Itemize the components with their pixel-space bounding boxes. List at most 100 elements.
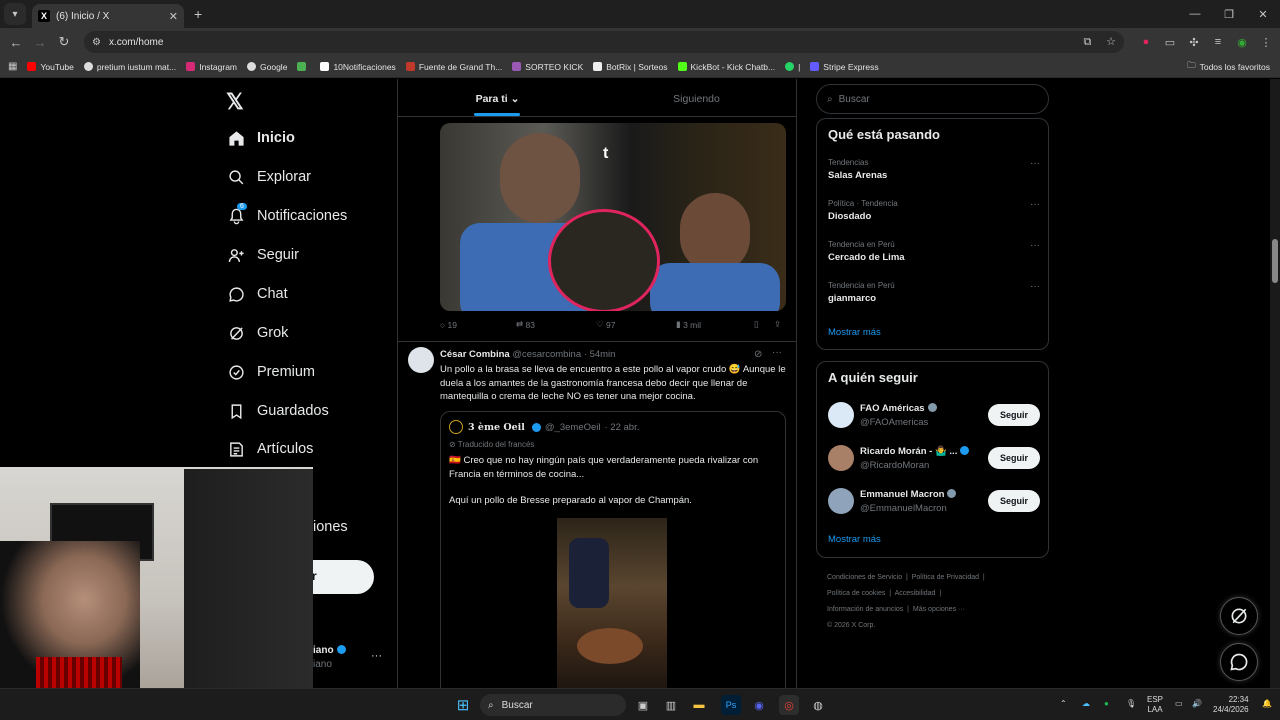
account-menu-icon[interactable]: ···	[371, 650, 382, 662]
tab-siguiendo[interactable]: Siguiendo	[597, 79, 796, 116]
windows-start-icon[interactable]: ⊞	[453, 695, 473, 715]
bookmark-grand-theft[interactable]: Fuente de Grand Th...	[405, 62, 502, 72]
extension-red-icon[interactable]: ●	[1134, 36, 1158, 49]
post-time[interactable]: · 54min	[584, 349, 616, 360]
browser-tab[interactable]: X (6) Inicio / X ✕	[32, 4, 184, 28]
nav-more-partial[interactable]: iones	[313, 519, 348, 535]
bookmark-instagram[interactable]: Instagram	[186, 62, 237, 72]
chrome-icon[interactable]: ◎	[779, 695, 799, 715]
follow-button[interactable]: Seguir	[988, 447, 1040, 469]
page-scrollbar[interactable]	[1270, 79, 1280, 688]
nav-explorar[interactable]: Explorar	[227, 168, 311, 186]
nav-seguir[interactable]: Seguir	[227, 246, 299, 264]
follow-suggestion[interactable]: Emmanuel Macron @EmmanuelMacron Seguir	[828, 488, 1040, 518]
bookmark-stripe[interactable]: Stripe Express	[810, 62, 879, 72]
bookmark-kickbot[interactable]: KickBot - Kick Chatb...	[677, 62, 775, 72]
grok-icon[interactable]: ⊘	[754, 349, 762, 360]
nav-inicio[interactable]: Inicio	[227, 129, 295, 147]
footer-link[interactable]: Condiciones de Servicio	[827, 574, 902, 581]
microphone-icon[interactable]: 🎙	[1126, 699, 1136, 709]
site-info-icon[interactable]: ⚙	[92, 37, 101, 48]
taskbar-search[interactable]: ⌕ Buscar	[480, 694, 626, 716]
grok-fab[interactable]	[1220, 597, 1258, 635]
bookmark-youtube[interactable]: YouTube	[27, 62, 74, 72]
reply-button[interactable]: ○ 19	[440, 319, 516, 330]
tray-app-icon[interactable]: ●	[1104, 699, 1109, 709]
bookmark-10notificaciones[interactable]: 10Notificaciones	[320, 62, 396, 72]
translated-label[interactable]: ⊘ Traducido del francés	[449, 440, 534, 449]
close-window-icon[interactable]: ✕	[1246, 0, 1280, 28]
repost-button[interactable]: ⇄ 83	[516, 319, 596, 330]
tray-app-icon[interactable]: ☁	[1082, 699, 1090, 709]
trend-item[interactable]: Tendencia en Perú gianmarco ···	[828, 281, 1040, 304]
all-bookmarks[interactable]: 🗀 Todos los favoritos	[1187, 60, 1270, 74]
search-input[interactable]: ⌕ Buscar	[816, 84, 1049, 114]
tab-search-button[interactable]: ▾	[4, 3, 26, 25]
avatar[interactable]	[828, 488, 854, 514]
new-tab-button[interactable]: +	[194, 6, 202, 22]
footer-link[interactable]: Accesibilidad	[895, 590, 936, 597]
restore-icon[interactable]: ❐	[1212, 0, 1246, 28]
quoted-post[interactable]: 3 ème Oeil @_3emeOeil · 22 abr. ⊘ Traduc…	[440, 411, 786, 688]
close-tab-icon[interactable]: ✕	[169, 10, 178, 23]
avatar[interactable]	[828, 402, 854, 428]
file-explorer-icon[interactable]: ▬	[689, 695, 709, 715]
language-indicator[interactable]: ESP LAA	[1147, 695, 1163, 715]
volume-icon[interactable]: 🔊	[1192, 699, 1202, 709]
apps-grid-icon[interactable]: ▦	[8, 61, 17, 72]
like-button[interactable]: ♡ 97	[596, 319, 676, 330]
install-app-icon[interactable]: ⧉	[1083, 36, 1091, 48]
scrollbar-thumb[interactable]	[1272, 239, 1278, 283]
task-view-icon[interactable]: ▣	[633, 695, 653, 715]
minimize-icon[interactable]: —	[1178, 0, 1212, 28]
follow-suggestion[interactable]: Ricardo Morán - 🤷‍♂️ ... @RicardoMoran S…	[828, 445, 1040, 475]
trend-more-icon[interactable]: ···	[1030, 199, 1040, 210]
more-options-icon[interactable]: ···	[772, 347, 782, 358]
discord-icon[interactable]: ◉	[749, 695, 769, 715]
photoshop-icon[interactable]: Ps	[721, 695, 741, 715]
reload-icon[interactable]: ↻	[52, 34, 76, 50]
post-video-thumbnail[interactable]: t	[440, 123, 786, 311]
app-icon[interactable]: ▥	[661, 695, 681, 715]
url-text[interactable]: x.com/home	[109, 37, 1072, 48]
back-icon[interactable]: ←	[4, 35, 28, 50]
chat-fab[interactable]	[1220, 643, 1258, 681]
avatar[interactable]	[828, 445, 854, 471]
network-icon[interactable]: ▭	[1175, 699, 1183, 709]
avatar[interactable]	[408, 347, 434, 373]
nav-chat[interactable]: Chat	[227, 285, 288, 303]
quote-image[interactable]	[557, 518, 667, 688]
show-more-follow-link[interactable]: Mostrar más	[828, 534, 881, 545]
account-name-partial[interactable]: iano	[313, 645, 346, 656]
share-icon[interactable]: ⇪	[774, 319, 786, 330]
nav-guardados[interactable]: Guardados	[227, 402, 329, 420]
clock[interactable]: 22:34 24/4/2026	[1213, 695, 1249, 715]
trend-item[interactable]: Política · Tendencia Diosdado ···	[828, 199, 1040, 222]
footer-link[interactable]: Información de anuncios	[827, 606, 903, 613]
reading-list-icon[interactable]: ≡	[1206, 36, 1230, 49]
notification-center-icon[interactable]: 🔔	[1262, 699, 1272, 709]
trend-more-icon[interactable]: ···	[1030, 158, 1040, 169]
app-icon[interactable]: ◍	[808, 695, 828, 715]
tab-para-ti[interactable]: Para ti ⌄	[398, 79, 597, 116]
show-more-trends-link[interactable]: Mostrar más	[828, 327, 881, 338]
footer-link[interactable]: Más opciones ···	[913, 606, 965, 613]
trend-item[interactable]: Tendencias Salas Arenas ···	[828, 158, 1040, 181]
chrome-menu-icon[interactable]: ⋮	[1254, 36, 1278, 49]
bookmark-botrix[interactable]: BotRix | Sorteos	[593, 62, 668, 72]
follow-button[interactable]: Seguir	[988, 404, 1040, 426]
extensions-puzzle-icon[interactable]: ✣	[1182, 36, 1206, 49]
nav-articulos[interactable]: Artículos	[227, 440, 313, 458]
trend-item[interactable]: Tendencia en Perú Cercado de Lima ···	[828, 240, 1040, 263]
omnibox[interactable]: ⚙ x.com/home ⧉ ☆	[84, 31, 1124, 53]
author-name[interactable]: César Combina	[440, 349, 510, 360]
profile-avatar-icon[interactable]: ◉	[1230, 36, 1254, 49]
bookmark-google[interactable]: Google	[247, 62, 287, 72]
extension-card-icon[interactable]: ▭	[1158, 36, 1182, 49]
follow-suggestion[interactable]: FAO Américas @FAOAmericas Seguir	[828, 402, 1040, 432]
bookmark-star-icon[interactable]: ☆	[1106, 36, 1116, 48]
author-handle[interactable]: @cesarcombina	[512, 349, 581, 360]
follow-button[interactable]: Seguir	[988, 490, 1040, 512]
nav-notificaciones[interactable]: 6 Notificaciones	[227, 203, 347, 225]
nav-premium[interactable]: Premium	[227, 363, 315, 381]
